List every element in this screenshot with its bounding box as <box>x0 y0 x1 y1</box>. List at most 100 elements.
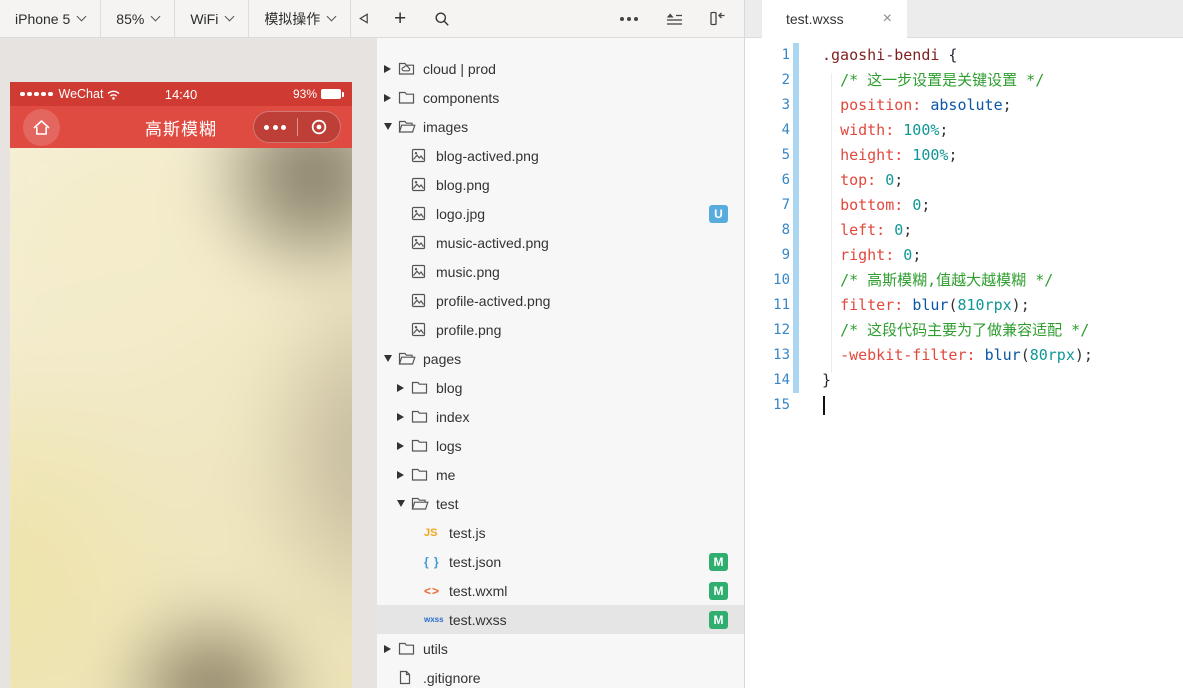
text-cursor <box>823 396 825 415</box>
chevron-down-icon <box>397 500 405 507</box>
tree-item-logs[interactable]: logs <box>377 431 744 460</box>
modified-line-indicator <box>793 343 799 368</box>
chevron-down-icon <box>150 11 161 22</box>
folder-icon <box>411 438 436 453</box>
tree-item-logo-jpg[interactable]: logo.jpg U <box>377 199 744 228</box>
tree-item-profile-actived-png[interactable]: profile-actived.png <box>377 286 744 315</box>
image-icon <box>411 293 436 308</box>
collapse-panel-button[interactable] <box>709 11 726 26</box>
capsule-menu <box>253 111 341 143</box>
tree-item-label: cloud | prod <box>423 60 496 77</box>
tree-item-me[interactable]: me <box>377 460 744 489</box>
tree-item-music-png[interactable]: music.png <box>377 257 744 286</box>
tree-item-label: test.js <box>449 524 486 541</box>
file-tree: cloud | prod components images blog-actived… <box>377 54 744 688</box>
tree-item-label: blog <box>436 379 463 396</box>
search-button[interactable] <box>434 11 450 27</box>
line-number: 9 <box>781 247 790 263</box>
folder-icon <box>398 90 423 105</box>
device-select-label: iPhone 5 <box>15 10 71 27</box>
tab-test-wxss[interactable]: test.wxss × <box>762 0 907 38</box>
editor-tabbar: test.wxss × <box>745 0 1183 38</box>
tree-item-label: test <box>436 495 459 512</box>
line-number: 13 <box>773 347 790 363</box>
record-button[interactable] <box>298 118 341 136</box>
tree-item-blog-png[interactable]: blog.png <box>377 170 744 199</box>
tree-item-cloud-prod[interactable]: cloud | prod <box>377 54 744 83</box>
tree-item-label: images <box>423 118 469 135</box>
network-select[interactable]: WiFi <box>175 0 250 37</box>
line-number: 12 <box>773 322 790 338</box>
tree-item-label: test.wxss <box>449 611 507 628</box>
tree-item-test-js[interactable]: JS test.js <box>377 518 744 547</box>
simulate-action-select[interactable]: 模拟操作 <box>249 0 352 37</box>
image-icon <box>411 235 436 250</box>
search-icon <box>435 12 449 26</box>
cloud-folder-icon <box>398 61 423 76</box>
tree-item-test[interactable]: test <box>377 489 744 518</box>
expand-triangle-button[interactable] <box>351 0 377 37</box>
tree-item-label: logo.jpg <box>436 205 486 222</box>
tree-item-utils[interactable]: utils <box>377 634 744 663</box>
line-number: 2 <box>781 72 790 88</box>
collapse-all-icon <box>666 13 682 25</box>
line-number: 6 <box>781 172 790 188</box>
chevron-down-icon <box>76 11 87 22</box>
tree-item-label: .gitignore <box>423 669 481 686</box>
js-icon: JS <box>424 526 438 539</box>
modified-line-indicator <box>793 168 799 193</box>
tree-item-pages[interactable]: pages <box>377 344 744 373</box>
line-number: 11 <box>773 297 790 313</box>
add-file-button[interactable]: + <box>394 8 406 29</box>
modified-line-indicator <box>793 218 799 243</box>
line-number: 15 <box>773 397 790 413</box>
tree-item-label: profile.png <box>436 321 502 338</box>
more-button[interactable] <box>620 16 638 21</box>
home-button[interactable] <box>23 108 60 146</box>
gaussian-blur-image <box>10 148 352 688</box>
tab-title: test.wxss <box>786 11 844 27</box>
git-status-badge: M <box>709 581 728 600</box>
git-status-badge: M <box>709 552 728 571</box>
line-number: 4 <box>781 122 790 138</box>
folder-icon <box>411 380 436 395</box>
code-editor[interactable]: 1 .gaoshi-bendi {2 /* 这一步设置是关键设置 */ 3 posi… <box>745 38 1183 688</box>
collapse-all-button[interactable] <box>666 12 683 26</box>
tree-item-images[interactable]: images <box>377 112 744 141</box>
tree-item-test-wxss[interactable]: wxss test.wxss M <box>377 605 744 634</box>
tree-item-music-actived-png[interactable]: music-actived.png <box>377 228 744 257</box>
code-line: width: 100%; <box>840 121 949 139</box>
device-select[interactable]: iPhone 5 <box>0 0 102 37</box>
tree-item-profile-png[interactable]: profile.png <box>377 315 744 344</box>
more-dots-button[interactable] <box>254 124 297 130</box>
status-bar: WeChat 14:40 93% <box>10 82 352 106</box>
folder-open-icon <box>411 496 436 511</box>
chevron-right-icon <box>384 644 391 653</box>
tree-item--gitignore[interactable]: .gitignore <box>377 663 744 688</box>
modified-line-indicator <box>793 193 799 218</box>
code-line: /* 高斯模糊,值越大越模糊 */ <box>840 271 1054 289</box>
git-status-badge: M <box>709 610 728 629</box>
tree-item-test-json[interactable]: { } test.json M <box>377 547 744 576</box>
line-number: 3 <box>781 97 790 113</box>
image-icon <box>411 177 436 192</box>
tree-item-label: index <box>436 408 470 425</box>
tree-item-label: test.json <box>449 553 502 570</box>
zoom-select[interactable]: 85% <box>101 0 176 37</box>
modified-line-indicator <box>793 268 799 293</box>
tree-item-index[interactable]: index <box>377 402 744 431</box>
tree-item-blog-actived-png[interactable]: blog-actived.png <box>377 141 744 170</box>
chevron-right-icon <box>384 93 391 102</box>
close-icon[interactable]: × <box>883 11 892 27</box>
tree-item-test-wxml[interactable]: <> test.wxml M <box>377 576 744 605</box>
folder-icon <box>411 467 436 482</box>
app-viewport-blurred-image[interactable] <box>10 148 352 688</box>
xml-icon: <> <box>424 583 441 598</box>
chevron-right-icon <box>397 412 404 421</box>
tree-item-blog[interactable]: blog <box>377 373 744 402</box>
tree-item-label: music.png <box>436 263 500 280</box>
line-number: 7 <box>781 197 790 213</box>
code-line: filter: blur(810rpx); <box>840 296 1030 314</box>
json-icon: { } <box>424 554 440 569</box>
tree-item-components[interactable]: components <box>377 83 744 112</box>
